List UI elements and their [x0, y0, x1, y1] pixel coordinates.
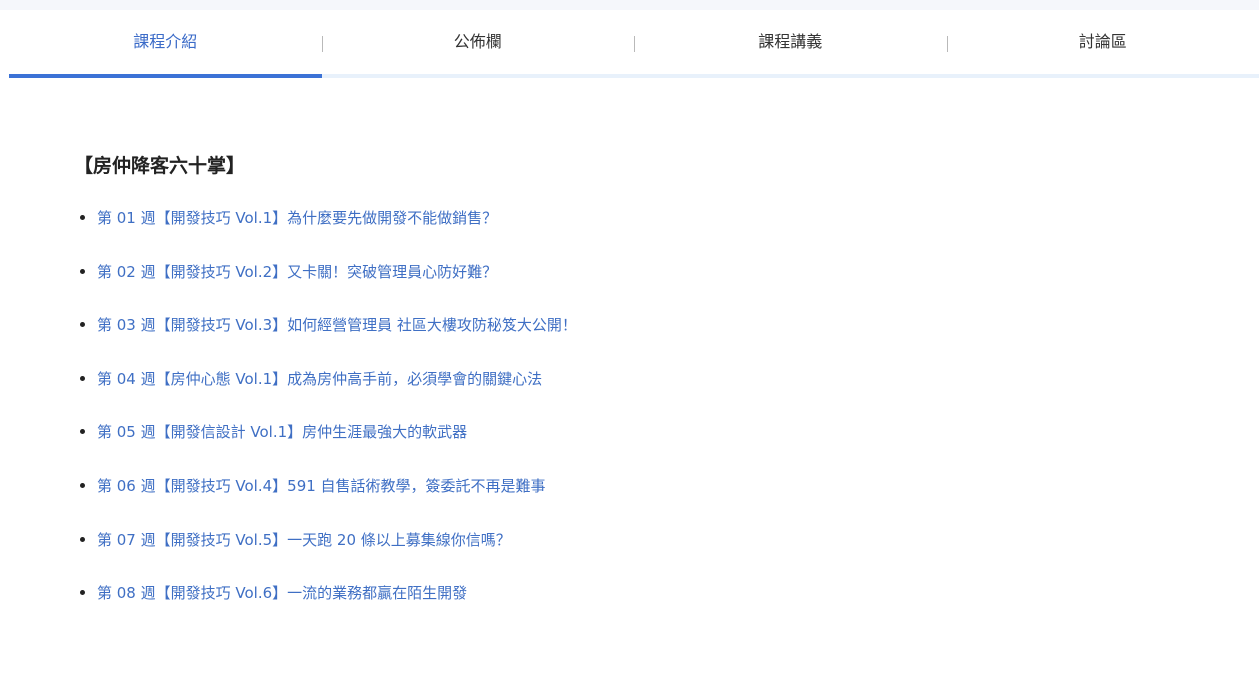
lesson-link-week-03[interactable]: 第 03 週【開發技巧 Vol.3】如何經營管理員 社區大樓攻防秘笈大公開！: [97, 316, 577, 334]
lesson-link-week-08[interactable]: 第 08 週【開發技巧 Vol.6】一流的業務都贏在陌生開發: [97, 584, 467, 602]
lesson-link-week-05[interactable]: 第 05 週【開發信設計 Vol.1】房仲生涯最強大的軟武器: [97, 423, 467, 441]
bullet-icon: [80, 215, 85, 220]
tab-course-handouts[interactable]: 課程講義: [634, 10, 947, 74]
bullet-icon: [80, 322, 85, 328]
course-intro-content: 【房仲降客六十掌】 第 01 週【開發技巧 Vol.1】為什麼要先做開發不能做銷…: [74, 150, 1178, 632]
tab-label: 討論區: [1078, 32, 1127, 51]
bullet-icon: [80, 536, 85, 542]
top-strip: [0, 0, 1259, 10]
list-item: 第 06 週【開發技巧 Vol.4】591 自售話術教學，簽委託不再是難事: [78, 471, 1178, 525]
tab-discussion[interactable]: 討論區: [946, 10, 1259, 74]
bullet-icon: [80, 375, 85, 381]
list-item: 第 03 週【開發技巧 Vol.3】如何經營管理員 社區大樓攻防秘笈大公開！: [78, 310, 1178, 364]
list-item: 第 08 週【開發技巧 Vol.6】一流的業務都贏在陌生開發: [78, 578, 1178, 632]
tab-divider: [946, 36, 948, 52]
lesson-link-week-02[interactable]: 第 02 週【開發技巧 Vol.2】又卡關！突破管理員心防好難？: [97, 263, 497, 281]
lesson-link-week-04[interactable]: 第 04 週【房仲心態 Vol.1】成為房仲高手前，必須學會的關鍵心法: [97, 370, 542, 388]
bullet-icon: [80, 268, 85, 274]
lesson-list: 第 01 週【開發技巧 Vol.1】為什麼要先做開發不能做銷售？ 第 02 週【…: [78, 203, 1178, 632]
list-item: 第 01 週【開發技巧 Vol.1】為什麼要先做開發不能做銷售？: [78, 203, 1178, 257]
tab-label: 課程介紹: [133, 32, 198, 51]
bullet-icon: [80, 482, 85, 488]
tab-bulletin-board[interactable]: 公佈欄: [321, 10, 635, 74]
tab-label: 公佈欄: [453, 32, 502, 51]
list-item: 第 05 週【開發信設計 Vol.1】房仲生涯最強大的軟武器: [78, 417, 1178, 471]
tab-course-intro[interactable]: 課程介紹: [9, 10, 322, 78]
list-item: 第 07 週【開發技巧 Vol.5】一天跑 20 條以上募集線你信嗎？: [78, 525, 1178, 579]
list-item: 第 04 週【房仲心態 Vol.1】成為房仲高手前，必須學會的關鍵心法: [78, 364, 1178, 418]
bullet-icon: [80, 590, 85, 596]
list-item: 第 02 週【開發技巧 Vol.2】又卡關！突破管理員心防好難？: [78, 257, 1178, 311]
bullet-icon: [80, 429, 85, 435]
tab-label: 課程講義: [758, 32, 823, 51]
tab-divider: [634, 36, 635, 52]
section-title: 【房仲降客六十掌】: [74, 155, 246, 177]
lesson-link-week-01[interactable]: 第 01 週【開發技巧 Vol.1】為什麼要先做開發不能做銷售？: [97, 209, 497, 227]
course-tabbar: 課程介紹 公佈欄 課程講義 討論區: [9, 10, 1259, 78]
lesson-link-week-06[interactable]: 第 06 週【開發技巧 Vol.4】591 自售話術教學，簽委託不再是難事: [97, 477, 546, 495]
tab-divider: [321, 36, 323, 52]
lesson-link-week-07[interactable]: 第 07 週【開發技巧 Vol.5】一天跑 20 條以上募集線你信嗎？: [97, 531, 511, 549]
